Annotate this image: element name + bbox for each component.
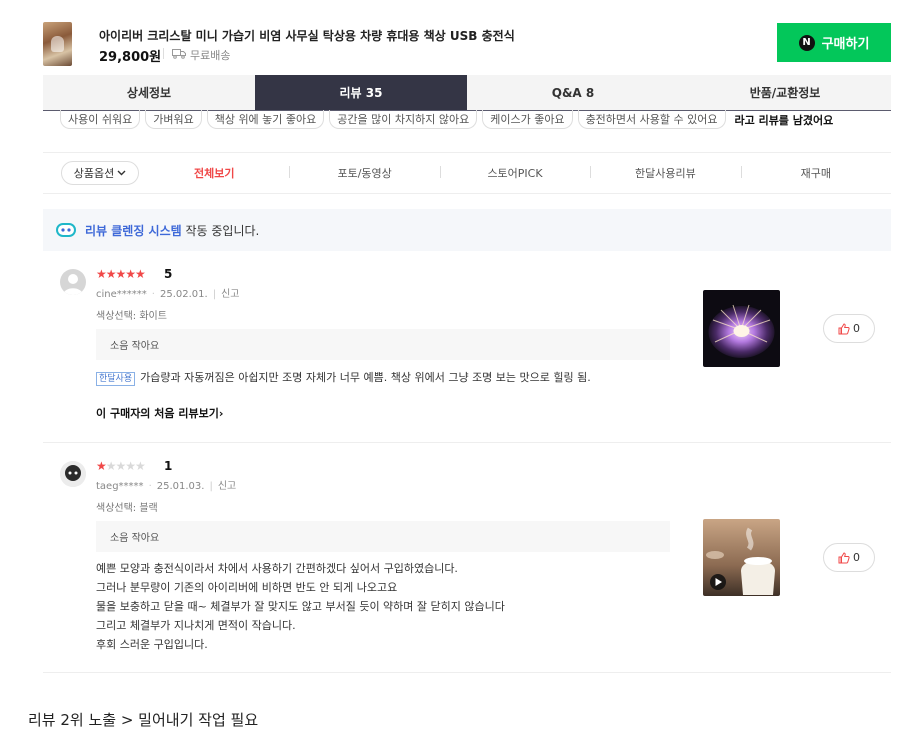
like-count: 0 <box>853 551 860 564</box>
cleansing-text: 리뷰 클렌징 시스템 작동 중입니다. <box>85 222 259 239</box>
cleansing-highlight[interactable]: 리뷰 클렌징 시스템 <box>85 224 182 238</box>
naver-pay-icon: N <box>798 34 815 51</box>
review-cleansing-notice: 리뷰 클렌징 시스템 작동 중입니다. <box>43 209 891 251</box>
review-item: ★★★★★ 5 cine****** · 25.02.01. | 신고 색상선택: 화이… <box>43 256 891 443</box>
truck-icon <box>172 49 186 59</box>
divider <box>163 48 164 59</box>
review-body: 한달사용 가습량과 자동꺼짐은 아쉽지만 조명 자체가 너무 예쁨. 책상 위에서… <box>96 368 696 387</box>
tab-reviews[interactable]: 리뷰 35 <box>255 75 467 110</box>
filter-repurchase[interactable]: 재구매 <box>740 165 891 181</box>
keyword-chip[interactable]: 충전하면서 사용할 수 있어요 <box>577 110 726 129</box>
review-attribute: 소음 작아요 <box>96 329 670 360</box>
reviewer-id: taeg***** <box>96 481 144 492</box>
keyword-chip[interactable]: 케이스가 좋아요 <box>482 110 573 129</box>
tab-qna[interactable]: Q&A 8 <box>467 75 679 110</box>
review-text: 가습량과 자동꺼짐은 아쉽지만 조명 자체가 너무 예쁨. 책상 위에서 그냥 … <box>140 371 591 384</box>
review-item: ★★★★★ 1 taeg***** · 25.01.03. | 신고 색상선택: 블랙 … <box>43 443 891 673</box>
rating-score: 1 <box>164 459 173 473</box>
review-line: 예쁜 모양과 충전식이라서 차에서 사용하기 간편하겠다 싶어서 구입하였습니다… <box>96 562 458 575</box>
keyword-chip[interactable]: 가벼워요 <box>145 110 202 129</box>
product-bar: 아이리버 크리스탈 미니 가습기 비염 사무실 탁상용 차량 휴대용 책상 US… <box>43 20 891 68</box>
review-line: 후회 스러운 구입입니다. <box>96 638 208 651</box>
like-button[interactable]: 0 <box>823 543 875 572</box>
option-dropdown-label: 상품옵션 <box>73 167 115 180</box>
first-review-label: 이 구매자의 처음 리뷰보기 <box>96 407 219 420</box>
review-meta: taeg***** · 25.01.03. | 신고 <box>96 481 237 492</box>
review-attribute: 소음 작아요 <box>96 521 670 552</box>
like-count: 0 <box>853 322 860 335</box>
filter-all[interactable]: 전체보기 <box>139 165 289 181</box>
chevron-right-icon: › <box>218 407 224 420</box>
chevron-down-icon <box>117 170 126 176</box>
product-thumbnail[interactable] <box>43 22 72 66</box>
tab-returns[interactable]: 반품/교환정보 <box>679 75 891 110</box>
review-meta: cine****** · 25.02.01. | 신고 <box>96 289 240 300</box>
review-date: 25.02.01. <box>159 289 208 300</box>
report-link[interactable]: 신고 <box>221 289 239 300</box>
buy-button-label: 구매하기 <box>821 37 870 52</box>
thumbs-up-icon <box>838 551 850 563</box>
user-icon <box>63 274 83 295</box>
product-title[interactable]: 아이리버 크리스탈 미니 가습기 비염 사무실 탁상용 차량 휴대용 책상 US… <box>99 27 515 44</box>
review-body: 예쁜 모양과 충전식이라서 차에서 사용하기 간편하겠다 싶어서 구입하였습니다… <box>96 559 696 654</box>
user-photo-icon <box>60 461 86 487</box>
star-rating: ★★★★★ <box>96 267 146 281</box>
product-tabs: 상세정보 리뷰 35 Q&A 8 반품/교환정보 <box>43 75 891 111</box>
selected-option: 색상선택: 블랙 <box>96 503 158 514</box>
cleansing-rest: 작동 중입니다. <box>181 223 260 238</box>
keyword-chips: 사용이 쉬워요 가벼워요 책상 위에 놓기 좋아요 공간을 많이 차지하지 않아… <box>60 110 891 129</box>
keyword-caption: 라고 리뷰를 남겼어요 <box>734 113 834 127</box>
review-filter-bar: 상품옵션 전체보기 포토/동영상 스토어PICK 한달사용리뷰 재구매 <box>43 152 891 194</box>
robot-icon <box>56 223 76 237</box>
product-option-dropdown[interactable]: 상품옵션 <box>61 161 139 185</box>
month-use-badge: 한달사용 <box>96 372 136 386</box>
buy-button[interactable]: N 구매하기 <box>777 23 891 62</box>
thumbs-up-icon <box>838 322 850 334</box>
avatar <box>60 461 86 487</box>
reviewer-id: cine****** <box>96 289 147 300</box>
review-photo[interactable] <box>703 290 780 367</box>
humidifier-video-thumbnail <box>703 519 780 596</box>
review-video[interactable] <box>703 519 780 596</box>
shipping-info: 무료배송 <box>190 49 231 62</box>
rating-score: 5 <box>164 267 173 281</box>
tab-details[interactable]: 상세정보 <box>43 75 255 110</box>
filter-month-use[interactable]: 한달사용리뷰 <box>590 165 740 181</box>
review-date: 25.01.03. <box>156 481 205 492</box>
keyword-chip[interactable]: 공간을 많이 차지하지 않아요 <box>329 110 478 129</box>
keyword-chip[interactable]: 책상 위에 놓기 좋아요 <box>206 110 325 129</box>
lamp-photo-image <box>703 290 780 367</box>
review-line: 물을 보충하고 닫을 때~ 체결부가 잘 맞지도 않고 부서질 듯이 약하며 잘… <box>96 600 505 613</box>
annotation-note: 리뷰 2위 노출 > 밀어내기 작업 필요 <box>28 711 259 729</box>
selected-option: 색상선택: 화이트 <box>96 311 167 322</box>
like-button[interactable]: 0 <box>823 314 875 343</box>
filter-store-pick[interactable]: 스토어PICK <box>439 165 590 181</box>
star-rating: ★★★★★ <box>96 459 146 473</box>
review-line: 그리고 체결부가 지나치게 면적이 작습니다. <box>96 619 296 632</box>
report-link[interactable]: 신고 <box>218 481 236 492</box>
product-price: 29,800원 <box>99 50 162 65</box>
first-review-link[interactable]: 이 구매자의 처음 리뷰보기› <box>96 405 223 421</box>
filter-photo-video[interactable]: 포토/동영상 <box>289 165 439 181</box>
review-line: 그러나 분무량이 기존의 아이리버에 비하면 반도 안 되게 나오고요 <box>96 581 398 594</box>
avatar <box>60 269 86 295</box>
keyword-chip[interactable]: 사용이 쉬워요 <box>60 110 141 129</box>
